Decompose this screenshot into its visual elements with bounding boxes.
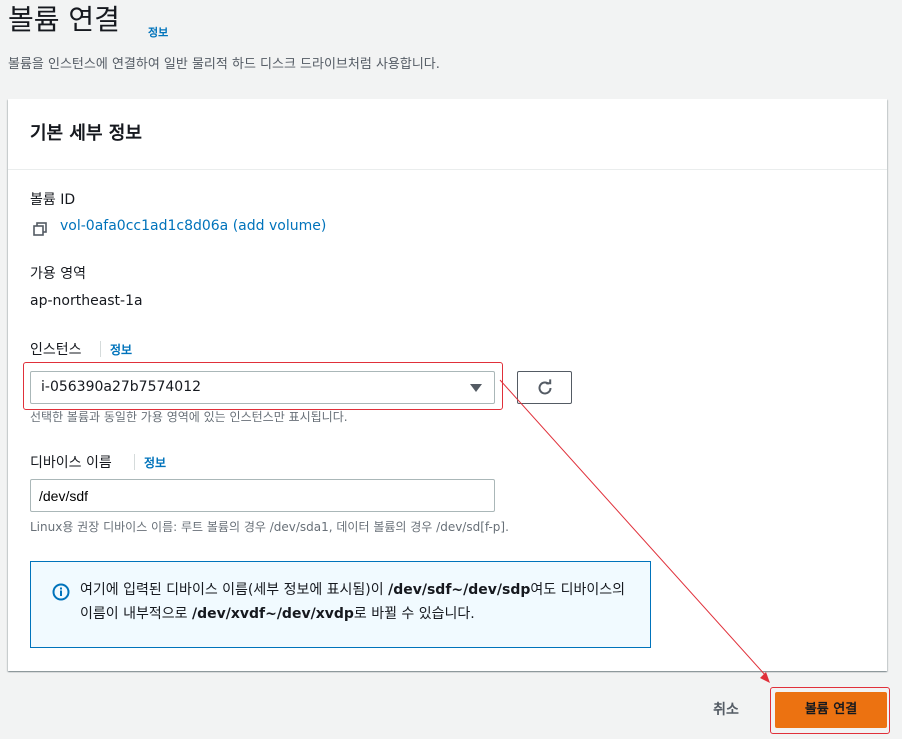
attach-volume-button[interactable]: 볼륨 연결 [775, 692, 887, 728]
cancel-button[interactable]: 취소 [696, 695, 756, 725]
annotation-arrow [499, 379, 770, 683]
